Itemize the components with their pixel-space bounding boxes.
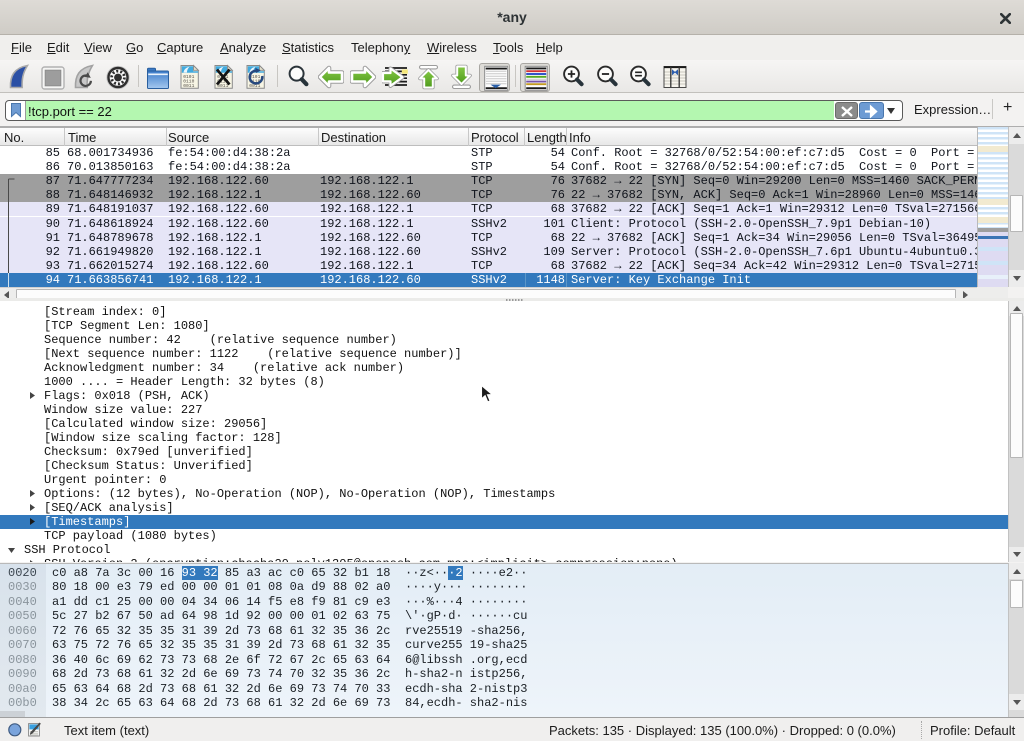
svg-text:0011: 0011 [183, 83, 194, 89]
